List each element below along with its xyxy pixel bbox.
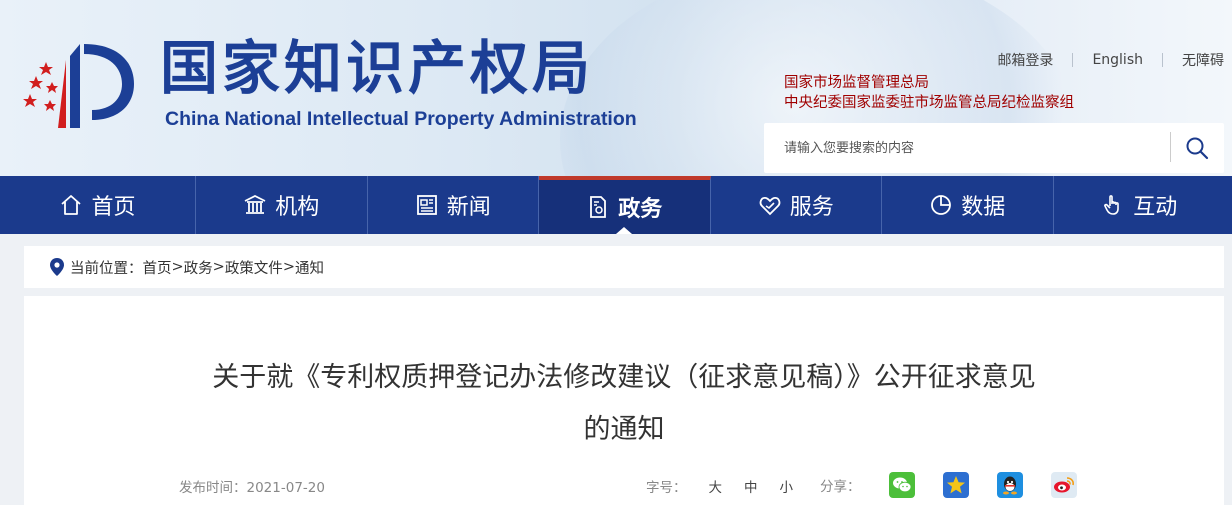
- search-input[interactable]: [784, 137, 1164, 159]
- share-label: 分享：: [820, 479, 861, 495]
- nav-item-government-affairs[interactable]: 政务: [539, 176, 711, 234]
- document-icon: [590, 196, 607, 218]
- publish-date: 发布时间：2021-07-20: [179, 476, 325, 496]
- nav-item-home[interactable]: 首页: [0, 176, 196, 234]
- breadcrumb: 当前位置： 首页 > 政务 > 政策文件 > 通知: [24, 246, 1224, 288]
- search-box: [764, 123, 1224, 173]
- publish-date-label: 发布时间：: [179, 480, 247, 496]
- nav-item-organization[interactable]: 机构: [196, 176, 368, 234]
- breadcrumb-link-notice[interactable]: 通知: [295, 257, 324, 278]
- breadcrumb-separator: >: [282, 259, 295, 275]
- nav-label: 政务: [618, 197, 663, 222]
- qzone-share-button[interactable]: [942, 472, 969, 498]
- article-title-line2: 的通知: [583, 414, 665, 445]
- nav-label: 数据: [961, 195, 1006, 220]
- breadcrumb-separator: >: [171, 259, 184, 275]
- nav-item-services[interactable]: 服务: [711, 176, 882, 234]
- wechat-share-button[interactable]: [888, 472, 915, 498]
- breadcrumb-link-policy[interactable]: 政策文件: [225, 257, 283, 278]
- article-title-line1: 关于就《专利权质押登记办法修改建议（征求意见稿）》公开征求意见: [212, 362, 1036, 393]
- breadcrumb-link-home[interactable]: 首页: [143, 257, 172, 278]
- nav-label: 新闻: [446, 195, 491, 220]
- location-pin-icon: [50, 258, 64, 276]
- search-button[interactable]: [1180, 133, 1214, 163]
- weibo-icon: [1053, 477, 1074, 493]
- nav-item-data[interactable]: 数据: [882, 176, 1054, 234]
- nav-item-interaction[interactable]: 互动: [1054, 176, 1226, 234]
- pie-chart-icon: [931, 195, 952, 215]
- affiliation-link-samr[interactable]: 国家市场监督管理总局: [784, 73, 1074, 93]
- english-link[interactable]: English: [1073, 52, 1162, 68]
- font-size-controls: 字号： 大 中 小: [646, 476, 793, 496]
- site-header: 国家知识产权局 China National Intellectual Prop…: [0, 0, 1232, 176]
- pointer-hand-icon: [1104, 195, 1120, 215]
- breadcrumb-link-government[interactable]: 政务: [184, 257, 213, 278]
- affiliation-link-inspection[interactable]: 中央纪委国家监委驻市场监管总局纪检监察组: [784, 93, 1074, 113]
- site-title-en[interactable]: China National Intellectual Property Adm…: [165, 106, 637, 132]
- main-nav: 首页 机构 新闻 政务 服务 数据 互动: [0, 176, 1232, 234]
- wechat-icon: [892, 477, 911, 493]
- site-title-cn[interactable]: 国家知识产权局: [160, 36, 594, 100]
- font-size-label: 字号：: [646, 480, 687, 496]
- font-size-small-button[interactable]: 小: [780, 476, 794, 496]
- newspaper-icon: [416, 195, 437, 215]
- heart-hand-icon: [759, 197, 781, 216]
- nav-label: 机构: [275, 195, 320, 220]
- breadcrumb-prefix: 当前位置：: [70, 260, 143, 277]
- mail-login-link[interactable]: 邮箱登录: [978, 50, 1072, 70]
- qzone-icon: [946, 476, 965, 494]
- qq-icon: [1002, 476, 1017, 495]
- article-title: 关于就《专利权质押登记办法修改建议（征求意见稿）》公开征求意见 的通知: [124, 352, 1124, 456]
- publish-date-value: 2021-07-20: [246, 480, 325, 496]
- search-icon: [1186, 137, 1209, 160]
- font-size-medium-button[interactable]: 中: [744, 476, 758, 496]
- home-icon: [61, 195, 82, 215]
- building-icon: [244, 194, 266, 214]
- top-links: 邮箱登录 English 无障碍: [978, 50, 1224, 70]
- nav-label: 互动: [1133, 195, 1178, 220]
- nav-label: 服务: [789, 195, 834, 220]
- cnipa-logo-icon[interactable]: [22, 36, 142, 136]
- breadcrumb-separator: >: [212, 259, 225, 275]
- nav-item-news[interactable]: 新闻: [368, 176, 539, 234]
- article-panel: 关于就《专利权质押登记办法修改建议（征求意见稿）》公开征求意见 的通知 发布时间…: [24, 296, 1224, 505]
- weibo-share-button[interactable]: [1050, 472, 1077, 498]
- search-divider: [1170, 132, 1171, 162]
- qq-share-button[interactable]: [996, 472, 1023, 498]
- accessibility-link[interactable]: 无障碍: [1163, 50, 1224, 70]
- affiliations: 国家市场监督管理总局 中央纪委国家监委驻市场监管总局纪检监察组: [784, 73, 1074, 113]
- share-bar: 分享：: [820, 472, 1077, 498]
- font-size-large-button[interactable]: 大: [709, 476, 723, 496]
- nav-label: 首页: [91, 195, 136, 220]
